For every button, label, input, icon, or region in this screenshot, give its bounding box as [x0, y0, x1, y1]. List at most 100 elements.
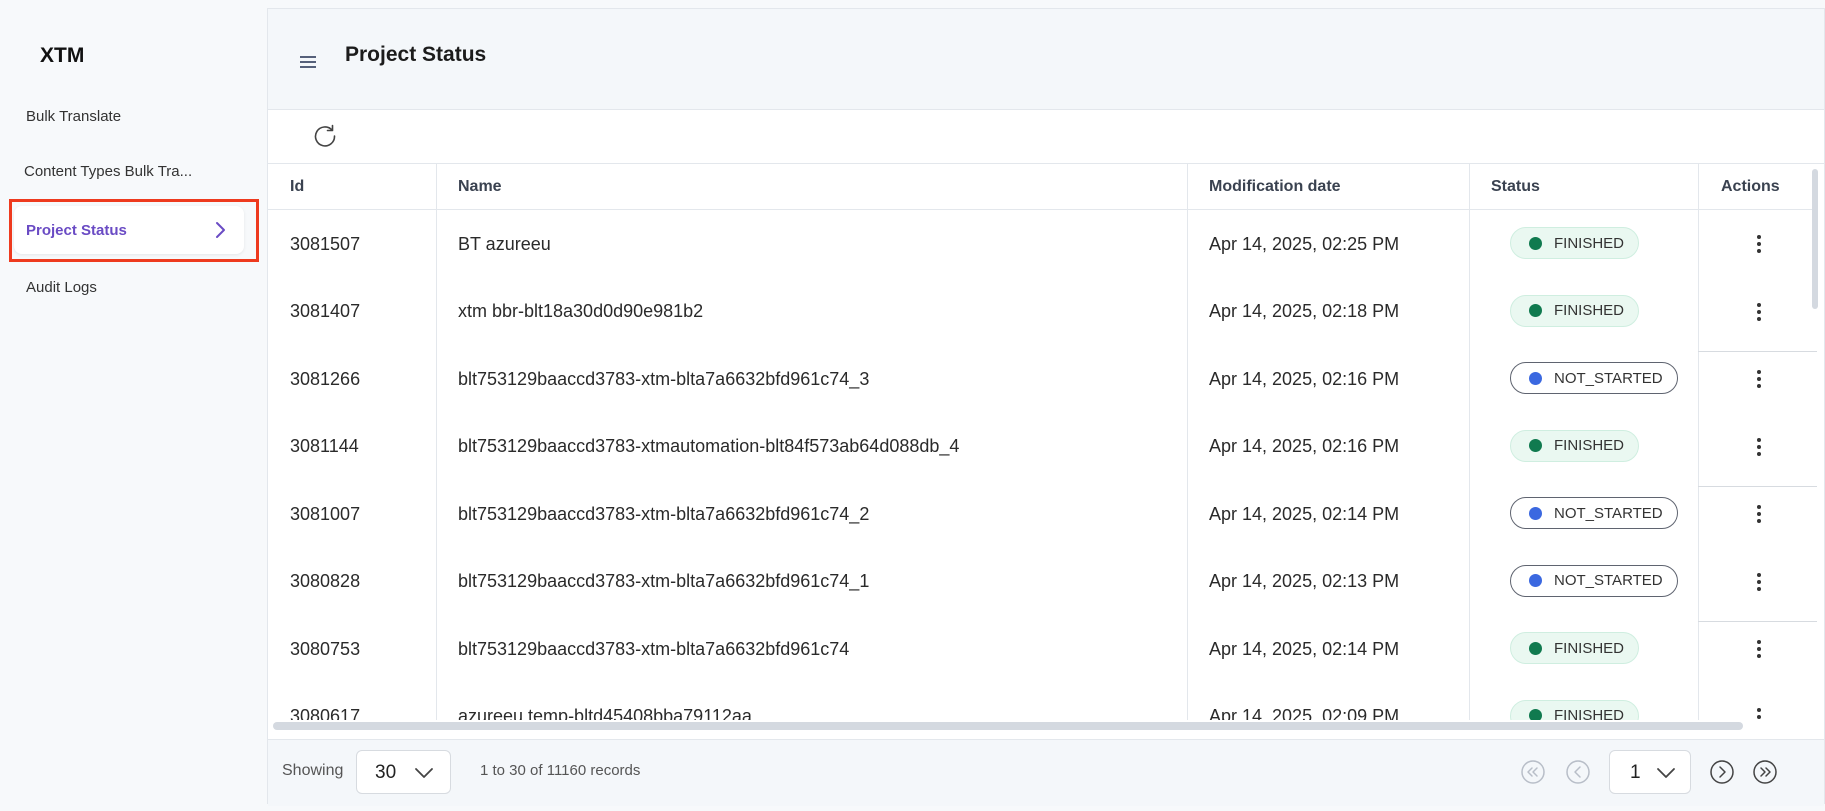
sidebar-item-label: Audit Logs — [26, 278, 97, 296]
sidebar-item-content-types-bulk-translate[interactable]: Content Types Bulk Tra... — [14, 147, 244, 195]
current-page-value: 1 — [1630, 762, 1641, 783]
page-size-value: 30 — [375, 762, 397, 783]
table-row[interactable]: 3080753 blt753129baaccd3783-xtm-blta7a663… — [268, 615, 1817, 683]
cell-id: 3080617 — [290, 706, 361, 720]
status-badge: NOT_STARTED — [1510, 497, 1678, 529]
status-label: FINISHED — [1554, 707, 1625, 720]
column-header-id[interactable]: Id — [268, 164, 436, 209]
showing-label: Showing — [282, 762, 344, 779]
status-label: FINISHED — [1554, 234, 1625, 252]
status-dot-icon — [1529, 506, 1542, 520]
table-row[interactable]: 3081507 BT azureeu Apr 14, 2025, 02:25 PM F… — [268, 210, 1817, 278]
table-row[interactable]: 3081266 blt753129baaccd3783-xtm-blta7a663… — [268, 345, 1817, 413]
status-label: FINISHED — [1554, 437, 1625, 454]
column-header-status[interactable]: Status — [1469, 164, 1698, 209]
hamburger-icon[interactable] — [300, 55, 316, 69]
chevron-right-icon — [216, 222, 225, 238]
cell-modification-date: Apr 14, 2025, 02:14 PM — [1209, 638, 1400, 659]
sidebar-item-audit-logs[interactable]: Audit Logs — [14, 263, 244, 311]
table-row[interactable]: 3080828 blt753129baaccd3783-xtm-blta7a663… — [268, 548, 1817, 616]
sidebar-item-project-status[interactable]: Project Status — [14, 206, 244, 254]
row-divider — [1698, 486, 1817, 487]
chevron-down-icon — [1657, 768, 1675, 778]
status-label: NOT_STARTED — [1554, 369, 1663, 387]
cell-modification-date: Apr 14, 2025, 02:25 PM — [1209, 233, 1400, 254]
status-dot-icon — [1529, 371, 1542, 385]
app-title: XTM — [40, 44, 85, 67]
last-page-icon[interactable] — [1752, 759, 1778, 785]
page-header: Project Status — [268, 9, 1824, 110]
status-dot-icon — [1529, 439, 1542, 452]
status-dot-icon — [1529, 709, 1542, 720]
chevron-down-icon — [415, 768, 433, 778]
status-badge: FINISHED — [1510, 227, 1640, 259]
cell-name: blt753129baaccd3783-xtm-blta7a6632bfd961… — [458, 571, 870, 591]
cell-id: 3081407 — [290, 301, 361, 321]
status-label: NOT_STARTED — [1554, 572, 1663, 589]
status-badge: FINISHED — [1510, 429, 1640, 462]
column-header-actions: Actions — [1721, 177, 1780, 195]
cell-modification-date: Apr 14, 2025, 02:14 PM — [1209, 503, 1400, 524]
previous-page-icon[interactable] — [1565, 759, 1591, 785]
more-actions-icon[interactable] — [1747, 232, 1771, 256]
table-toolbar — [268, 109, 1824, 164]
column-header-modification-date[interactable]: Modification date — [1187, 164, 1469, 209]
status-dot-icon — [1529, 641, 1542, 655]
table-row[interactable]: 3080617 azureeu temp-bltd45408bba79112aa A… — [268, 683, 1817, 721]
sidebar-item-label: Content Types Bulk Tra... — [24, 162, 193, 180]
records-count: 1 to 30 of 11160 records — [480, 762, 641, 779]
cell-id: 3081007 — [290, 503, 361, 524]
column-header-name[interactable]: Name — [436, 164, 1187, 209]
status-label: FINISHED — [1554, 302, 1625, 319]
table-row[interactable]: 3081407 xtm bbr-blt18a30d0d90e981b2 Apr 14… — [268, 278, 1817, 346]
cell-id: 3081507 — [290, 233, 361, 254]
table-row[interactable]: 3081007 blt753129baaccd3783-xtm-blta7a663… — [268, 480, 1817, 548]
status-badge: NOT_STARTED — [1510, 362, 1678, 394]
pagination-bar: Showing 30 1 to 30 of 11160 records 1 — [268, 739, 1824, 806]
cell-name: azureeu temp-bltd45408bba79112aa — [458, 706, 752, 720]
sidebar-item-bulk-translate[interactable]: Bulk Translate — [14, 92, 244, 140]
more-actions-icon[interactable] — [1747, 570, 1771, 594]
sidebar-item-label: Bulk Translate — [26, 107, 122, 125]
vertical-scrollbar[interactable] — [1812, 169, 1818, 309]
more-actions-icon[interactable] — [1747, 435, 1771, 459]
cell-name: blt753129baaccd3783-xtm-blta7a6632bfd961… — [458, 503, 870, 524]
status-badge: FINISHED — [1510, 294, 1640, 327]
horizontal-scrollbar[interactable] — [273, 722, 1743, 730]
status-badge: NOT_STARTED — [1510, 564, 1678, 597]
page-title: Project Status — [345, 43, 487, 66]
project-table: Id Name Modification date Status Actions… — [268, 164, 1817, 720]
sidebar: XTM Bulk Translate Content Types Bulk Tr… — [0, 0, 266, 811]
first-page-icon[interactable] — [1520, 759, 1546, 785]
row-divider — [1698, 621, 1817, 622]
more-actions-icon[interactable] — [1747, 502, 1771, 526]
status-badge: FINISHED — [1510, 632, 1640, 664]
cell-modification-date: Apr 14, 2025, 02:16 PM — [1209, 368, 1400, 389]
status-dot-icon — [1529, 574, 1542, 587]
status-dot-icon — [1529, 236, 1542, 250]
cell-name: blt753129baaccd3783-xtmautomation-blt84f… — [458, 436, 960, 456]
cell-id: 3081266 — [290, 368, 361, 389]
cell-modification-date: Apr 14, 2025, 02:18 PM — [1209, 301, 1400, 321]
page-size-select[interactable]: 30 — [356, 750, 451, 794]
more-actions-icon[interactable] — [1747, 637, 1771, 661]
status-label: NOT_STARTED — [1554, 504, 1663, 522]
status-badge: FINISHED — [1510, 699, 1640, 720]
status-dot-icon — [1529, 304, 1542, 317]
refresh-icon[interactable] — [312, 123, 338, 149]
row-divider — [1698, 351, 1817, 352]
cell-name: blt753129baaccd3783-xtm-blta7a6632bfd961… — [458, 368, 870, 389]
table-header: Id Name Modification date Status Actions — [268, 164, 1817, 210]
page-number-select[interactable]: 1 — [1609, 750, 1691, 794]
main-panel: Project Status Id Name Modification date… — [267, 8, 1825, 806]
cell-id: 3080753 — [290, 638, 361, 659]
status-label: FINISHED — [1554, 639, 1625, 657]
more-actions-icon[interactable] — [1747, 705, 1771, 721]
more-actions-icon[interactable] — [1747, 367, 1771, 391]
next-page-icon[interactable] — [1709, 759, 1735, 785]
sidebar-item-label: Project Status — [26, 221, 127, 239]
cell-modification-date: Apr 14, 2025, 02:13 PM — [1209, 571, 1400, 591]
more-actions-icon[interactable] — [1747, 300, 1771, 324]
cell-id: 3081144 — [290, 436, 359, 456]
table-row[interactable]: 3081144 blt753129baaccd3783-xtmautomation… — [268, 413, 1817, 481]
